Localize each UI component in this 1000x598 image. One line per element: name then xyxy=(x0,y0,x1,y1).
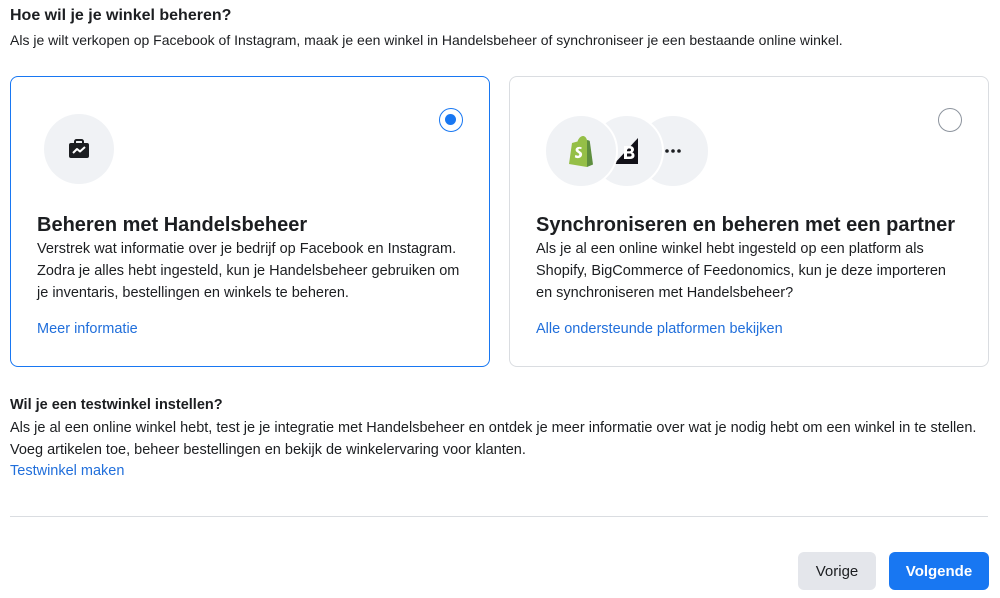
briefcase-chart-icon xyxy=(69,139,89,158)
option-description: Verstrek wat informatie over je bedrijf … xyxy=(37,241,460,301)
option-card-commerce-manager[interactable]: Beheren met Handelsbeheer Verstrek wat i… xyxy=(10,76,490,367)
next-button[interactable]: Volgende xyxy=(889,552,989,590)
shopify-icon-circle xyxy=(544,114,618,188)
more-info-link[interactable]: Meer informatie xyxy=(37,319,138,339)
option-title: Beheren met Handelsbeheer xyxy=(37,214,308,236)
commerce-icon-circle xyxy=(44,114,114,184)
shopify-icon xyxy=(569,136,593,167)
more-icon xyxy=(665,149,681,153)
option-radio-commerce-manager[interactable] xyxy=(439,108,463,132)
option-radio-partner[interactable] xyxy=(938,108,962,132)
page: Hoe wil je je winkel beheren? Als je wil… xyxy=(0,0,1000,598)
test-store-title: Wil je een testwinkel instellen? xyxy=(10,397,223,413)
previous-button[interactable]: Vorige xyxy=(798,552,876,590)
page-subtitle: Als je wilt verkopen op Facebook of Inst… xyxy=(10,32,843,48)
option-card-partner[interactable]: Synchroniseren en beheren met een partne… xyxy=(509,76,989,367)
footer-divider xyxy=(10,516,988,517)
option-description: Als je al een online winkel hebt ingeste… xyxy=(536,241,946,301)
create-test-store-link[interactable]: Testwinkel maken xyxy=(10,461,124,481)
supported-platforms-link[interactable]: Alle ondersteunde platformen bekijken xyxy=(536,319,783,339)
test-store-description: Als je al een online winkel hebt, test j… xyxy=(10,420,977,458)
option-title: Synchroniseren en beheren met een partne… xyxy=(536,214,956,236)
partner-icons xyxy=(544,114,710,188)
page-title: Hoe wil je je winkel beheren? xyxy=(10,7,232,24)
